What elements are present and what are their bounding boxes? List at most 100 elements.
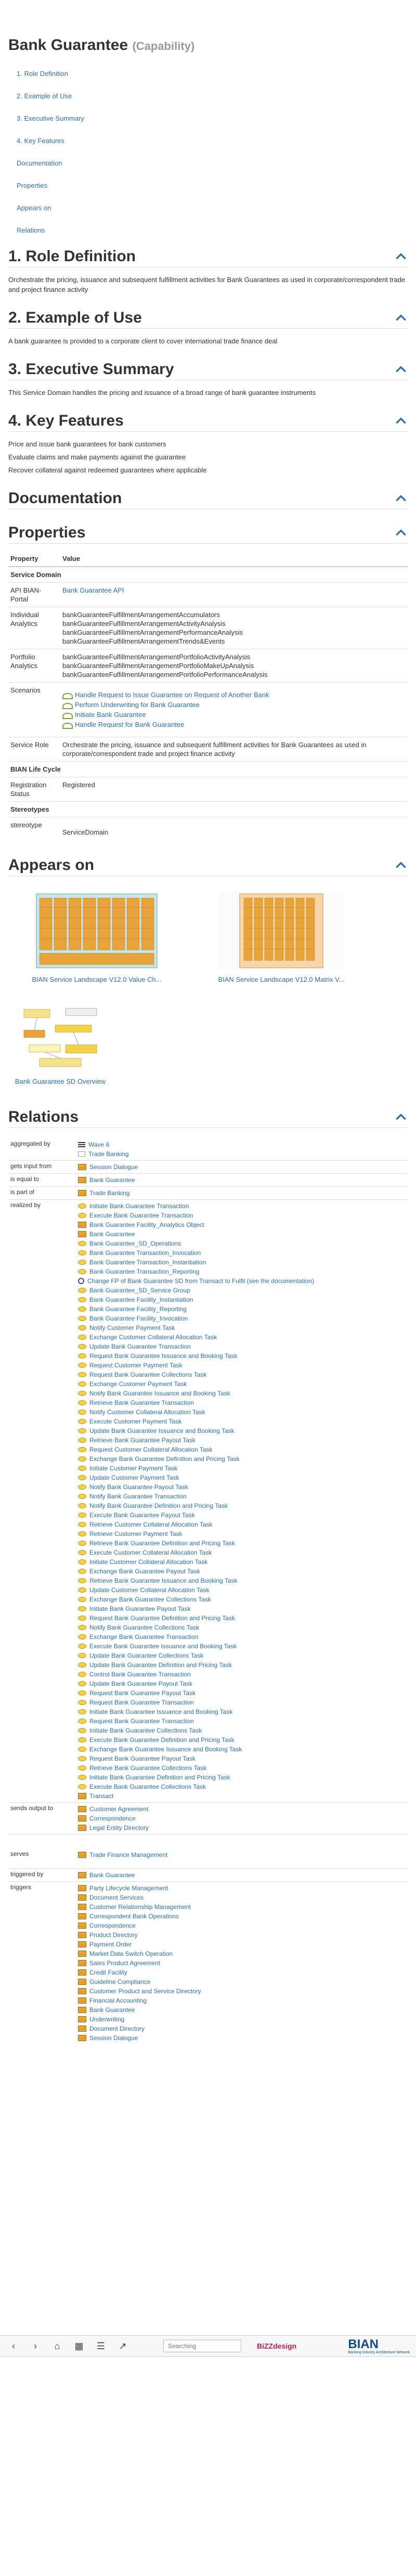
toc-link-key-features[interactable]: 4. Key Features [17,137,64,145]
relation-item[interactable]: Correspondence [78,1921,406,1930]
relation-link[interactable]: Retrieve Bank Guarantee Transaction [89,1399,194,1406]
relation-link[interactable]: Notify Customer Collateral Allocation Ta… [89,1408,205,1416]
relation-item[interactable]: Retrieve Bank Guarantee Collections Task [78,1763,406,1773]
relation-link[interactable]: Bank Guarantee_SD_Service Group [89,1287,190,1294]
relation-link[interactable]: Initiate Bank Guarantee Collections Task [89,1727,202,1734]
relation-link[interactable]: Notify Bank Guarantee Issuance and Booki… [89,1390,230,1397]
toc-link-properties[interactable]: Properties [17,182,47,189]
relation-link[interactable]: Control Bank Guarantee Transaction [89,1671,191,1678]
relation-item[interactable]: Retrieve Customer Payment Task [78,1529,406,1539]
toc-item[interactable]: Relations [8,219,408,241]
relation-link[interactable]: Execute Customer Payment Task [89,1418,181,1425]
relation-link[interactable]: Bank Guarantee [89,1231,135,1238]
diagram-card[interactable]: BIAN Service Landscape V12.0 Value Ch... [8,892,185,983]
section-header-documentation[interactable]: Documentation [8,488,408,509]
relation-link[interactable]: Update Bank Guarantee Transaction [89,1343,191,1350]
relation-link[interactable]: Update Customer Payment Task [89,1474,179,1481]
relation-link[interactable]: Execute Customer Collateral Allocation T… [89,1549,212,1556]
toc-item[interactable]: 1. Role Definition [8,62,408,85]
relation-link[interactable]: Update Bank Guarantee Collections Task [89,1652,203,1659]
chevron-up-icon[interactable] [394,492,408,505]
chevron-left-icon[interactable]: ‹ [6,2339,21,2353]
diagram-card[interactable]: BIAN Service Landscape V12.0 Matrix V... [193,892,370,983]
relation-link[interactable]: Execute Bank Guarantee Payout Task [89,1511,195,1519]
relation-link[interactable]: Sales Product Agreement [89,1959,160,1967]
relation-item[interactable]: Update Customer Collateral Allocation Ta… [78,1585,406,1595]
relation-item[interactable]: Update Bank Guarantee Collections Task [78,1651,406,1660]
relation-item[interactable]: Customer Product and Service Directory [78,1987,406,1996]
relation-link[interactable]: Exchange Bank Guarantee Transaction [89,1633,198,1641]
toc-item[interactable]: 3. Executive Summary [8,107,408,130]
relation-link[interactable]: Initiate Customer Collateral Allocation … [89,1558,207,1566]
relation-item[interactable]: Bank Guarantee Facility_Reporting [78,1304,406,1314]
relation-link[interactable]: Retrieve Customer Payment Task [89,1530,183,1537]
diagram-card-caption[interactable]: BIAN Service Landscape V12.0 Value Ch... [8,976,185,983]
toc-item[interactable]: 4. Key Features [8,130,408,152]
relation-link[interactable]: Request Bank Guarantee Definition and Pr… [89,1614,235,1622]
relation-link[interactable]: Request Customer Payment Task [89,1362,183,1369]
relation-item[interactable]: Bank Guarantee Facility_Instantiation [78,1295,406,1304]
relation-link[interactable]: Correspondent Bank Operations [89,1913,179,1920]
chevron-up-icon[interactable] [394,858,408,872]
relation-link[interactable]: Market Data Switch Operation [89,1950,173,1957]
toc-link-example-of-use[interactable]: 2. Example of Use [17,92,72,100]
relation-item[interactable]: Execute Customer Collateral Allocation T… [78,1548,406,1557]
relation-link[interactable]: Bank Guarantee Facility_Reporting [89,1305,187,1313]
relation-item[interactable]: Initiate Bank Guarantee Collections Task [78,1726,406,1735]
relation-link[interactable]: Customer Agreement [89,1805,148,1813]
relation-link[interactable]: Initiate Bank Guarantee Definition and P… [89,1774,230,1781]
relation-item[interactable]: Product Directory [78,1930,406,1940]
relation-item[interactable]: Control Bank Guarantee Transaction [78,1670,406,1679]
relation-item[interactable]: Exchange Customer Collateral Allocation … [78,1332,406,1342]
relation-item[interactable]: Exchange Bank Guarantee Payout Task [78,1567,406,1576]
relation-item[interactable]: Session Dialogue [78,2033,406,2043]
scenario-item[interactable]: Handle Request to Issue Guarantee on Req… [62,690,406,700]
relation-link[interactable]: Retrieve Bank Guarantee Collections Task [89,1764,206,1772]
relation-item[interactable]: Bank Guarantee Facility_Invocation [78,1314,406,1323]
relation-item[interactable]: Initiate Bank Guarantee Definition and P… [78,1773,406,1782]
toc-link-documentation[interactable]: Documentation [17,159,62,167]
relation-link[interactable]: Financial Accounting [89,1997,147,2004]
diagram-card-caption[interactable]: BIAN Service Landscape V12.0 Matrix V... [193,976,370,983]
toc-link-executive-summary[interactable]: 3. Executive Summary [17,114,84,122]
relation-link[interactable]: Initiate Customer Payment Task [89,1465,177,1472]
relation-item[interactable]: Bank Guarantee_SD_Operations [78,1239,406,1248]
relation-link[interactable]: Bank Guarantee Transaction_Reporting [89,1268,199,1275]
relation-link[interactable]: Bank Guarantee [89,1176,135,1184]
relation-link[interactable]: Document Directory [89,2025,145,2032]
relation-link[interactable]: Retrieve Bank Guarantee Definition and P… [89,1540,235,1547]
relation-item[interactable]: Request Bank Guarantee Issuance and Book… [78,1351,406,1361]
toc-link-relations[interactable]: Relations [17,226,45,234]
relation-link[interactable]: Retrieve Bank Guarantee Issuance and Boo… [89,1577,238,1584]
relation-link[interactable]: Request Customer Collateral Allocation T… [89,1446,213,1453]
relation-item[interactable]: Initiate Bank Guarantee Transaction [78,1201,406,1211]
diagram-card[interactable]: Bank Guarantee SD Overview [8,1004,112,1085]
relation-link[interactable]: Exchange Bank Guarantee Payout Task [89,1568,200,1575]
relation-item[interactable]: Notify Bank Guarantee Collections Task [78,1623,406,1632]
relation-link[interactable]: Request Bank Guarantee Transaction [89,1718,194,1725]
relation-item[interactable]: Retrieve Bank Guarantee Payout Task [78,1436,406,1445]
relation-link[interactable]: Initiate Bank Guarantee Payout Task [89,1605,191,1612]
relation-link[interactable]: Legal Entity Directory [89,1824,149,1831]
relation-item[interactable]: Initiate Bank Guarantee Payout Task [78,1604,406,1613]
chevron-up-icon[interactable] [394,1110,408,1124]
relation-link[interactable]: Bank Guarantee_SD_Operations [89,1240,181,1247]
section-header-role[interactable]: 1. Role Definition [8,246,408,267]
relation-item[interactable]: Customer Relationship Management [78,1902,406,1912]
section-header-appears-on[interactable]: Appears on [8,854,408,876]
relation-item[interactable]: Execute Bank Guarantee Issuance and Book… [78,1642,406,1651]
relation-item[interactable]: Update Bank Guarantee Payout Task [78,1679,406,1688]
relation-link[interactable]: Notify Bank Guarantee Transaction [89,1493,187,1500]
relation-item[interactable]: Exchange Bank Guarantee Definition and P… [78,1454,406,1464]
chevron-up-icon[interactable] [394,363,408,376]
relation-item[interactable]: Update Bank Guarantee Definition and Pri… [78,1660,406,1670]
relation-item[interactable]: Update Bank Guarantee Issuance and Booki… [78,1426,406,1436]
matrix-thumbnail[interactable] [219,892,344,970]
relation-item[interactable]: Financial Accounting [78,1996,406,2005]
relation-link[interactable]: Request Bank Guarantee Payout Task [89,1689,196,1697]
section-header-example[interactable]: 2. Example of Use [8,307,408,329]
relation-item[interactable]: Party Lifecycle Management [78,1883,406,1893]
relation-item[interactable]: Notify Customer Collateral Allocation Ta… [78,1407,406,1417]
relation-item[interactable]: Bank Guarantee_SD_Service Group [78,1286,406,1295]
relation-item[interactable]: Bank Guarantee Facility_Analytics Object [78,1220,406,1229]
